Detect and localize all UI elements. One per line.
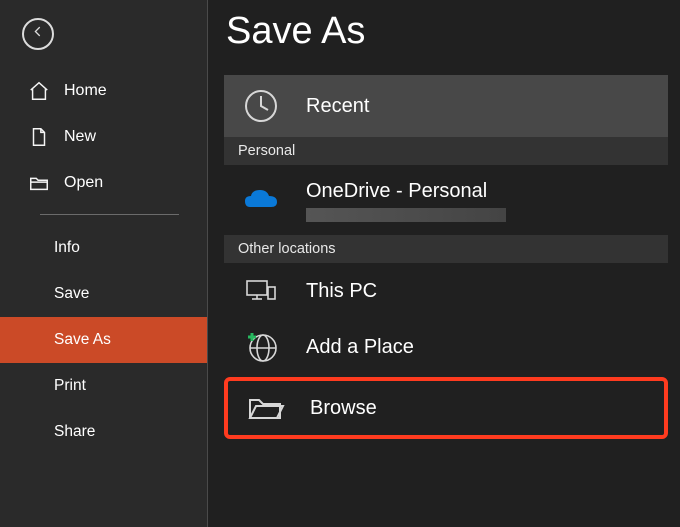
location-recent[interactable]: Recent	[224, 75, 668, 137]
location-this-pc[interactable]: This PC	[224, 263, 668, 319]
browse-icon	[244, 387, 286, 429]
sidebar-item-save-as[interactable]: Save As	[0, 317, 207, 363]
sidebar-item-save[interactable]: Save	[0, 271, 207, 317]
sidebar-item-print[interactable]: Print	[0, 363, 207, 409]
sidebar-item-new[interactable]: New	[0, 114, 207, 160]
section-header-personal: Personal	[224, 137, 668, 165]
location-label: OneDrive - Personal	[306, 179, 506, 204]
page-title: Save As	[226, 10, 668, 53]
thispc-icon	[240, 270, 282, 312]
open-icon	[28, 172, 50, 194]
locations-panel: Recent Personal OneDrive - Personal Othe…	[224, 75, 668, 439]
home-icon	[28, 80, 50, 102]
sidebar-item-label: Home	[64, 82, 107, 100]
location-browse[interactable]: Browse	[228, 381, 664, 435]
sidebar-item-label: Info	[54, 239, 80, 257]
sidebar-item-label: Save	[54, 285, 89, 303]
sidebar-divider	[40, 214, 179, 215]
location-onedrive-personal[interactable]: OneDrive - Personal	[224, 165, 668, 235]
save-as-pane: Save As Recent Personal OneDrive - Perso…	[208, 0, 680, 527]
sidebar-item-label: New	[64, 128, 96, 146]
sidebar-item-info[interactable]: Info	[0, 225, 207, 271]
onedrive-account-redacted	[306, 208, 506, 222]
clock-icon	[240, 85, 282, 127]
sidebar-item-label: Print	[54, 377, 86, 395]
onedrive-icon	[240, 179, 282, 221]
location-label: Browse	[310, 397, 377, 420]
back-arrow-icon	[31, 24, 46, 44]
sidebar-item-open[interactable]: Open	[0, 160, 207, 206]
backstage-sidebar: Home New Open Info Save Save As Print Sh…	[0, 0, 208, 527]
sidebar-item-label: Share	[54, 423, 95, 441]
sidebar-item-home[interactable]: Home	[0, 68, 207, 114]
location-label: This PC	[306, 280, 377, 303]
sidebar-item-label: Save As	[54, 331, 111, 349]
location-label: Recent	[306, 95, 369, 118]
addplace-icon	[240, 326, 282, 368]
section-header-other: Other locations	[224, 235, 668, 263]
new-icon	[28, 126, 50, 148]
location-label: Add a Place	[306, 336, 414, 359]
sidebar-item-label: Open	[64, 174, 103, 192]
back-button[interactable]	[22, 18, 54, 50]
browse-highlight: Browse	[224, 377, 668, 439]
sidebar-item-share[interactable]: Share	[0, 409, 207, 455]
location-add-a-place[interactable]: Add a Place	[224, 319, 668, 375]
